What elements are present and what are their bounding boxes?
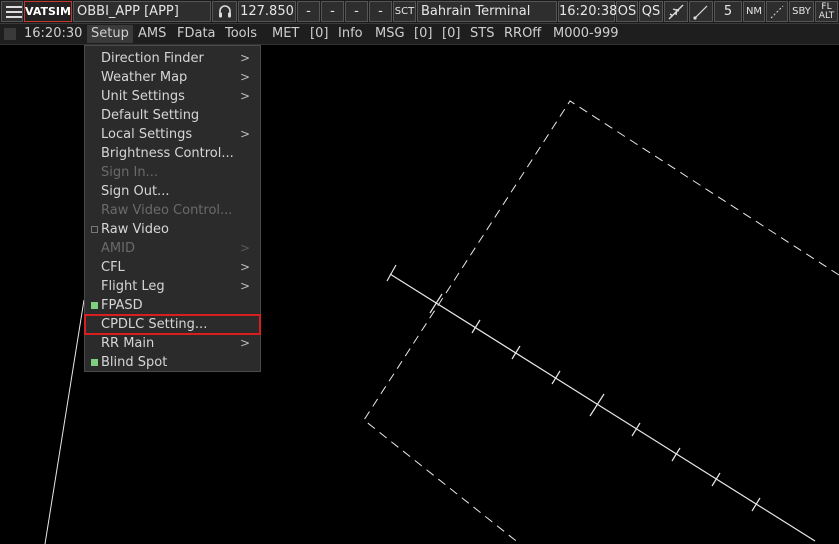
submenu-arrow-icon: > — [239, 260, 250, 274]
diagonal-line-icon — [770, 5, 784, 19]
vector-button[interactable] — [689, 1, 713, 22]
menu-item-default-setting[interactable]: Default Setting — [85, 106, 260, 125]
sby-button[interactable]: SBY — [789, 1, 814, 22]
alt-label: ALT — [818, 11, 835, 21]
menu-sts[interactable]: STS — [470, 25, 494, 43]
menu-met[interactable]: MET — [272, 25, 299, 43]
menu-item-fpasd[interactable]: FPASD — [85, 296, 260, 315]
menu-item-direction-finder[interactable]: Direction Finder > — [85, 49, 260, 68]
menu-item-cfl[interactable]: CFL > — [85, 258, 260, 277]
sector-name[interactable]: Bahrain Terminal — [417, 1, 557, 22]
headset-button[interactable] — [212, 1, 237, 22]
main-menu-button[interactable] — [1, 1, 23, 22]
aircraft-icon — [668, 4, 684, 20]
range-ticks — [386, 264, 761, 512]
menu-item-amid: AMID > — [101, 241, 250, 256]
approach-centerline — [389, 273, 816, 542]
menu-item-raw-video[interactable]: Raw Video — [85, 220, 260, 239]
sct-label: SCT — [393, 1, 416, 22]
menu-item-sign-in: Sign In... — [101, 165, 158, 180]
menu-ams[interactable]: AMS — [138, 25, 166, 43]
vatsim-logo: VATSIM — [24, 1, 72, 22]
vector-line-icon — [693, 5, 708, 20]
dash-field-2[interactable]: - — [321, 1, 344, 22]
submenu-arrow-icon: > — [239, 279, 250, 293]
frequency-display[interactable]: 127.850 — [238, 1, 296, 22]
menu-msg-count-1[interactable]: [0] — [414, 25, 432, 43]
checkbox-checked-icon — [91, 359, 98, 366]
menu-mode-filter[interactable]: M000-999 — [553, 25, 619, 43]
menu-fdata[interactable]: FData — [177, 25, 216, 43]
menu-item-weather-map[interactable]: Weather Map > — [85, 68, 260, 87]
menu-item-local-settings[interactable]: Local Settings > — [85, 125, 260, 144]
menubar-time: 16:20:30 — [24, 26, 83, 41]
qs-button[interactable]: QS — [639, 1, 663, 22]
range-line-button[interactable] — [766, 1, 788, 22]
menu-tools[interactable]: Tools — [225, 25, 257, 43]
menu-item-cpdlc-setting[interactable]: CPDLC Setting... — [84, 314, 261, 335]
submenu-arrow-icon: > — [239, 127, 250, 141]
position-label: OBBI_APP [APP] — [73, 1, 211, 22]
top-status-bar: VATSIM OBBI_APP [APP] 127.850 - - - - SC… — [0, 0, 839, 24]
menu-met-count[interactable]: [0] — [310, 25, 328, 43]
menubar-grip-icon[interactable] — [4, 28, 16, 40]
fl-alt-button[interactable]: FL ALT — [815, 1, 838, 22]
headset-icon — [218, 5, 231, 18]
menu-item-raw-video-control: Raw Video Control... — [101, 203, 233, 218]
dash-field-3[interactable]: - — [345, 1, 368, 22]
submenu-arrow-icon: > — [239, 70, 250, 84]
menu-rroff[interactable]: RROff — [504, 25, 541, 43]
submenu-arrow-icon: > — [239, 51, 250, 65]
submenu-arrow-icon: > — [239, 241, 250, 255]
dash-field-1[interactable]: - — [297, 1, 320, 22]
dash-field-4[interactable]: - — [369, 1, 392, 22]
menu-info[interactable]: Info — [338, 25, 363, 43]
submenu-arrow-icon: > — [239, 336, 250, 350]
menu-item-flight-leg[interactable]: Flight Leg > — [85, 277, 260, 296]
sector-boundary — [363, 100, 839, 544]
submenu-arrow-icon: > — [239, 89, 250, 103]
menu-item-brightness-control[interactable]: Brightness Control... — [85, 144, 260, 163]
menu-msg-count-2[interactable]: [0] — [442, 25, 460, 43]
range-unit: NM — [743, 1, 765, 22]
menu-setup[interactable]: Setup — [87, 25, 133, 43]
boundary-line — [44, 299, 85, 544]
menu-msg[interactable]: MSG — [375, 25, 405, 43]
setup-dropdown-menu: Direction Finder > Weather Map > Unit Se… — [84, 45, 261, 372]
os-button[interactable]: OS — [616, 1, 638, 22]
menu-item-sign-out[interactable]: Sign Out... — [85, 182, 260, 201]
hamburger-icon — [6, 6, 22, 8]
aircraft-button[interactable] — [664, 1, 688, 22]
checkbox-checked-icon — [91, 302, 98, 309]
menu-item-unit-settings[interactable]: Unit Settings > — [85, 87, 260, 106]
checkbox-unchecked-icon — [91, 226, 98, 233]
menu-bar: 16:20:30 Setup AMS FData Tools MET [0] I… — [0, 24, 839, 45]
menu-item-blind-spot[interactable]: Blind Spot — [85, 353, 260, 372]
range-value[interactable]: 5 — [714, 1, 742, 22]
menu-item-rr-main[interactable]: RR Main > — [85, 334, 260, 353]
clock-display: 16:20:38 — [558, 1, 617, 22]
